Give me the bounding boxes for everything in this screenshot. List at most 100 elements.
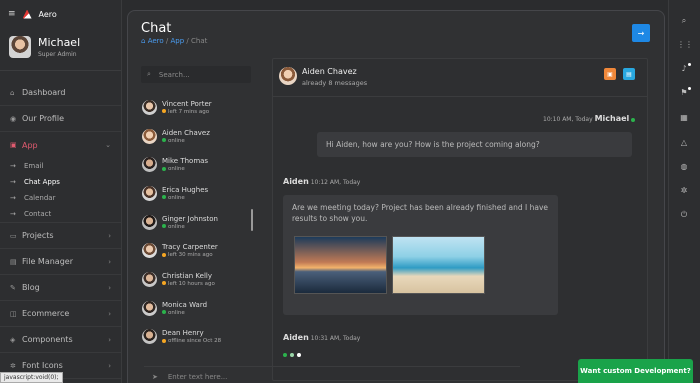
power-icon[interactable]: ⏻ [677, 210, 691, 220]
calendar-icon[interactable]: ▦ [677, 113, 691, 122]
sidebar-subitem-chat-apps[interactable]: → Chat Apps [0, 174, 121, 190]
sidebar-item-label: Dashboard [22, 88, 66, 97]
contact-status: online [168, 137, 185, 144]
breadcrumb-home-icon[interactable]: ⌂ [141, 37, 145, 45]
grid-icon[interactable]: ⋮⋮ [677, 40, 693, 49]
sidebar-item-label: Font Icons [22, 361, 63, 370]
message-time: 10:31 AM, Today [310, 335, 361, 342]
sidebar-item-file-manager[interactable]: ▤ File Manager › [0, 249, 121, 275]
contact-item-mike-thomas[interactable]: Mike Thomas online [141, 150, 253, 179]
user-profile[interactable]: Michael Super Admin [9, 36, 80, 58]
chat-message-count: already 8 messages [302, 79, 368, 87]
contact-item-erica-hughes[interactable]: Erica Hughes online [141, 179, 253, 208]
contact-item-aiden-chavez[interactable]: Aiden Chavez online [141, 122, 253, 151]
menu-toggle-icon[interactable]: ≡ [8, 9, 16, 19]
sidebar-item-label: Our Profile [22, 114, 65, 123]
contact-item-ginger-johnston[interactable]: Ginger Johnston online [141, 208, 253, 237]
breadcrumb-aero[interactable]: Aero [148, 37, 164, 45]
contact-item-dean-henry[interactable]: Dean Henry offline since Oct 28 [141, 323, 253, 352]
chevron-right-icon: › [108, 257, 111, 266]
status-dot [162, 138, 166, 143]
app-icon: ▣ [10, 141, 17, 149]
search-box[interactable]: ⌕ Search... [141, 66, 251, 83]
arrow-right-icon: → [10, 178, 16, 186]
message-input[interactable]: Enter text here... [168, 373, 228, 381]
contact-name: Dean Henry [162, 329, 204, 338]
avatar[interactable] [9, 36, 31, 58]
search-icon[interactable]: ⌕ [677, 16, 691, 26]
contact-avatar [142, 128, 157, 144]
contact-item-tracy-carpenter[interactable]: Tracy Carpenter left 30 mins ago [141, 236, 253, 265]
chat-window: Aiden Chavez already 8 messages ▣ ▤ 10:1… [272, 58, 648, 381]
message-meta-michael: 10:10 AM, Today Michael [543, 114, 637, 123]
brand-name[interactable]: Aero [39, 10, 57, 19]
user-role: Super Admin [38, 51, 77, 58]
surfers-beach-photo[interactable] [392, 236, 485, 294]
chat-contact-avatar [279, 67, 297, 85]
send-icon[interactable]: ➤ [152, 373, 158, 381]
breadcrumb-app[interactable]: App [171, 37, 185, 45]
notification-dot [688, 87, 691, 90]
sidebar-item-projects[interactable]: ▭ Projects › [0, 223, 121, 249]
arrow-right-icon: → [10, 194, 16, 202]
arrow-right-icon: → [10, 162, 16, 170]
user-icon: ◉ [10, 114, 17, 123]
contact-name: Aiden Chavez [162, 128, 210, 137]
contact-name: Christian Kelly [162, 271, 213, 280]
sidebar-item-label: File Manager [22, 257, 73, 266]
status-dot [162, 252, 166, 257]
sidebar-subitem-label: Email [24, 162, 44, 170]
typing-indicator [283, 353, 301, 357]
custom-development-button[interactable]: Want custom Development? [578, 359, 693, 383]
chat-contact-name: Aiden Chavez [302, 67, 357, 76]
sidebar-item-label: Blog [22, 283, 40, 292]
sidebar-item-dashboard[interactable]: ⌂ Dashboard [0, 80, 121, 106]
sidebar-item-components[interactable]: ◈ Components › [0, 327, 121, 353]
contact-status: left 30 mins ago [168, 252, 213, 259]
contact-list-scrollbar[interactable] [251, 209, 253, 231]
sidebar-item-app[interactable]: ▣ App ⌄ [0, 132, 121, 158]
image-button[interactable]: ▣ [604, 68, 616, 80]
sunset-beach-photo[interactable] [294, 236, 387, 294]
message-text: Are we meeting today? Project has been a… [292, 203, 549, 224]
gear-icon: ✲ [10, 361, 16, 370]
globe-icon[interactable]: ◍ [677, 162, 691, 171]
typing-dot [290, 353, 294, 357]
chevron-right-icon: › [108, 361, 111, 370]
status-dot [162, 166, 166, 171]
chevron-right-icon: › [108, 283, 111, 292]
sidebar-item-our-profile[interactable]: ◉ Our Profile [0, 106, 121, 132]
sidebar-subitem-calendar[interactable]: → Calendar [0, 190, 121, 206]
status-dot [162, 109, 166, 114]
contact-avatar [142, 99, 157, 115]
contact-name: Monica Ward [162, 300, 208, 309]
sidebar-subitem-contact[interactable]: → Contact [0, 206, 121, 223]
contact-status: offline since Oct 28 [168, 338, 222, 345]
message-sender: Michael [594, 114, 630, 123]
sidebar-subitem-email[interactable]: → Email [0, 158, 121, 174]
file-button[interactable]: ▤ [623, 68, 635, 80]
chat-header: Aiden Chavez already 8 messages ▣ ▤ [273, 59, 647, 97]
message-meta-aiden: Aiden 10:12 AM, Today [283, 177, 360, 186]
breadcrumb-separator: / [165, 37, 169, 45]
search-input[interactable]: Search... [159, 71, 190, 79]
contact-item-christian-kelly[interactable]: Christian Kelly left 10 hours ago [141, 265, 253, 294]
right-toolbar: ⌕ ⋮⋮ ♪ ⚑ ▦ △ ◍ ✲ ⏻ [668, 0, 700, 383]
sidebar-subitem-label: Calendar [24, 194, 56, 202]
sidebar-item-ecommerce[interactable]: ◫ Ecommerce › [0, 301, 121, 327]
notification-dot [688, 63, 691, 66]
contact-item-monica-ward[interactable]: Monica Ward online [141, 294, 253, 323]
contact-avatar [142, 185, 157, 201]
contact-avatar [142, 271, 157, 287]
breadcrumb-chat: Chat [191, 37, 208, 45]
file-icon: ▤ [10, 257, 17, 266]
contact-status: left 10 hours ago [168, 280, 215, 287]
cloud-drive-icon[interactable]: △ [677, 138, 691, 147]
message-composer[interactable]: ➤ Enter text here... [144, 366, 520, 383]
settings-icon[interactable]: ✲ [677, 186, 691, 195]
go-button[interactable]: → [632, 24, 650, 42]
chevron-right-icon: › [108, 309, 111, 318]
sidebar-item-blog[interactable]: ✎ Blog › [0, 275, 121, 301]
sidebar-subitem-label: Chat Apps [24, 178, 60, 186]
contact-item-vincent-porter[interactable]: Vincent Porter left 7 mins ago [141, 93, 253, 122]
